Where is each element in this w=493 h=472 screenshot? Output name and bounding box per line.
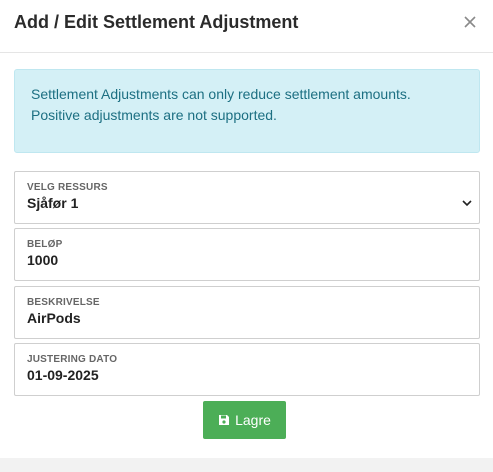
save-icon [219,415,230,425]
resource-value: Sjåfør 1 [27,195,79,211]
close-icon [464,16,476,28]
amount-value: 1000 [27,252,59,268]
alert-line-1: Settlement Adjustments can only reduce s… [31,86,411,102]
date-label: JUSTERING DATO [27,354,118,365]
chevron-down-icon [462,200,472,207]
settlement-adjustment-modal: Add / Edit Settlement Adjustment Settlem… [0,0,493,458]
modal-title: Add / Edit Settlement Adjustment [14,12,299,32]
save-button-label: Lagre [235,412,271,428]
description-label: BESKRIVELSE [27,297,100,308]
close-button[interactable] [459,11,481,33]
date-value: 01-09-2025 [27,367,99,383]
description-field[interactable]: BESKRIVELSE AirPods [14,286,480,339]
date-field[interactable]: JUSTERING DATO 01-09-2025 [14,343,480,396]
modal-header: Add / Edit Settlement Adjustment [0,0,493,53]
info-alert: Settlement Adjustments can only reduce s… [14,69,480,153]
alert-line-2: Positive adjustments are not supported. [31,107,277,123]
description-value: AirPods [27,310,81,326]
amount-field[interactable]: BELØP 1000 [14,228,480,281]
resource-select[interactable]: VELG RESSURS Sjåfør 1 [14,171,480,224]
resource-label: VELG RESSURS [27,182,108,193]
amount-label: BELØP [27,239,63,250]
save-button[interactable]: Lagre [203,401,286,439]
